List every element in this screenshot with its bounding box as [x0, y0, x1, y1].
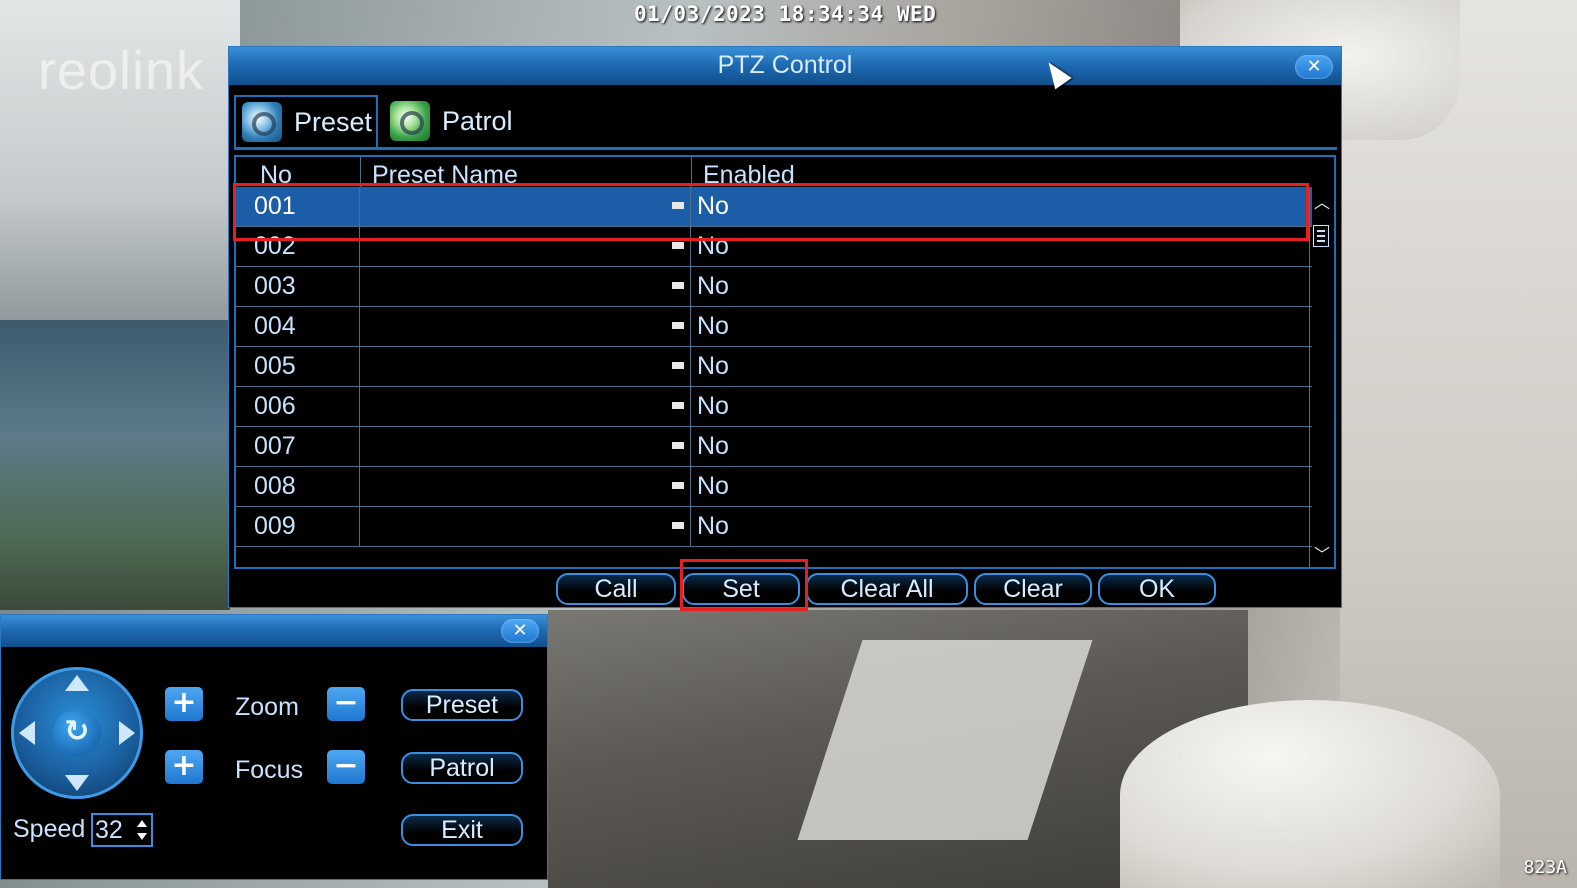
focus-out-button[interactable]: −: [327, 750, 365, 784]
arrow-left-icon[interactable]: [19, 721, 35, 745]
table-row[interactable]: 006 No: [236, 387, 1312, 427]
ptz-titlebar: PTZ Control ✕: [229, 47, 1341, 85]
arrow-up-icon[interactable]: [65, 675, 89, 691]
set-button[interactable]: Set: [682, 573, 800, 605]
edit-name-icon[interactable]: [672, 362, 684, 369]
ok-button[interactable]: OK: [1098, 573, 1216, 605]
row-no: 003: [236, 267, 360, 306]
edit-name-icon[interactable]: [672, 522, 684, 529]
row-preset-name[interactable]: [360, 187, 691, 226]
column-header-no: No: [260, 161, 292, 189]
tab-bar: Preset Patrol: [234, 95, 1337, 150]
tab-preset-label: Preset: [294, 106, 373, 137]
osd-datetime: 01/03/2023 18:34:34 WED: [634, 2, 937, 26]
table-row[interactable]: 002 No: [236, 227, 1312, 267]
patrol-button[interactable]: Patrol: [401, 752, 523, 784]
camera-body-area: [1120, 700, 1500, 888]
table-row[interactable]: 001 No: [236, 187, 1312, 227]
row-no: 004: [236, 307, 360, 346]
row-preset-name[interactable]: [360, 427, 691, 466]
scroll-thumb[interactable]: [1313, 225, 1329, 247]
edit-name-icon[interactable]: [672, 482, 684, 489]
reolink-logo: reolink: [38, 41, 205, 101]
close-icon[interactable]: ✕: [501, 619, 539, 643]
row-no: 007: [236, 427, 360, 466]
row-no: 008: [236, 467, 360, 506]
row-no: 001: [236, 187, 360, 226]
preset-gear-icon: [242, 102, 282, 142]
clear-all-button[interactable]: Clear All: [806, 573, 968, 605]
row-preset-name[interactable]: [360, 307, 691, 346]
table-scrollbar[interactable]: ︿ ﹀: [1309, 189, 1334, 567]
table-row[interactable]: 008 No: [236, 467, 1312, 507]
tab-patrol[interactable]: Patrol: [384, 95, 524, 147]
tab-preset[interactable]: Preset: [234, 95, 378, 147]
speed-value: 32: [95, 816, 123, 844]
chevron-up-icon[interactable]: ︿: [1312, 193, 1332, 213]
row-enabled: No: [697, 352, 729, 380]
arrow-right-icon[interactable]: [119, 721, 135, 745]
edit-name-icon[interactable]: [672, 242, 684, 249]
dialog-title: PTZ Control: [717, 51, 853, 79]
row-preset-name[interactable]: [360, 387, 691, 426]
direction-pad[interactable]: ↻: [11, 667, 143, 799]
ptz-control-dialog: PTZ Control ✕ Preset Patrol No Preset Na…: [228, 46, 1342, 611]
osd-camera-id: 823A: [1523, 857, 1567, 878]
clear-button[interactable]: Clear: [974, 573, 1092, 605]
row-enabled: No: [697, 512, 729, 540]
preset-button[interactable]: Preset: [401, 689, 523, 721]
row-enabled: No: [697, 392, 729, 420]
table-row[interactable]: 009 No: [236, 507, 1312, 547]
close-icon[interactable]: ✕: [1295, 55, 1333, 79]
edit-name-icon[interactable]: [672, 282, 684, 289]
edit-name-icon[interactable]: [672, 442, 684, 449]
row-preset-name[interactable]: [360, 507, 691, 546]
ptz-mini-panel: ✕ ↻ + Zoom − + Focus − Preset Patrol Exi…: [0, 614, 548, 880]
edit-name-icon[interactable]: [672, 322, 684, 329]
column-header-preset-name: Preset Name: [372, 161, 518, 189]
row-preset-name[interactable]: [360, 227, 691, 266]
row-no: 002: [236, 227, 360, 266]
row-preset-name[interactable]: [360, 467, 691, 506]
chevron-down-icon[interactable]: ﹀: [1312, 545, 1332, 565]
speed-label: Speed: [13, 815, 86, 843]
table-row[interactable]: 004 No: [236, 307, 1312, 347]
focus-in-button[interactable]: +: [165, 750, 203, 784]
arrow-down-icon[interactable]: [65, 775, 89, 791]
speed-stepper[interactable]: 32: [91, 813, 153, 847]
table-row[interactable]: 005 No: [236, 347, 1312, 387]
row-enabled: No: [697, 272, 729, 300]
row-enabled: No: [697, 432, 729, 460]
table-row[interactable]: 007 No: [236, 427, 1312, 467]
call-button[interactable]: Call: [556, 573, 676, 605]
chevron-up-icon[interactable]: [137, 820, 147, 827]
table-row[interactable]: 003 No: [236, 267, 1312, 307]
column-header-enabled: Enabled: [703, 161, 795, 189]
row-enabled: No: [697, 192, 729, 220]
row-no: 009: [236, 507, 360, 546]
row-preset-name[interactable]: [360, 347, 691, 386]
patrol-gear-icon: [390, 101, 430, 141]
edit-name-icon[interactable]: [672, 202, 684, 209]
row-enabled: No: [697, 472, 729, 500]
zoom-label: Zoom: [235, 693, 299, 721]
zoom-in-button[interactable]: +: [165, 687, 203, 721]
edit-name-icon[interactable]: [672, 402, 684, 409]
row-no: 005: [236, 347, 360, 386]
row-preset-name[interactable]: [360, 267, 691, 306]
exit-button[interactable]: Exit: [401, 814, 523, 846]
preset-table: No Preset Name Enabled 001 No 002 No 003…: [234, 155, 1336, 569]
office-window-area: [0, 320, 230, 610]
table-body: 001 No 002 No 003 No 004 No 005 No 006 N…: [236, 187, 1312, 547]
chevron-down-icon[interactable]: [137, 833, 147, 840]
table-header: No Preset Name Enabled: [236, 157, 1312, 189]
mini-titlebar: ✕: [1, 615, 547, 647]
row-no: 006: [236, 387, 360, 426]
row-enabled: No: [697, 232, 729, 260]
tab-patrol-label: Patrol: [442, 105, 513, 136]
zoom-out-button[interactable]: −: [327, 687, 365, 721]
row-enabled: No: [697, 312, 729, 340]
auto-rotate-icon[interactable]: ↻: [53, 709, 101, 757]
focus-label: Focus: [235, 756, 304, 784]
